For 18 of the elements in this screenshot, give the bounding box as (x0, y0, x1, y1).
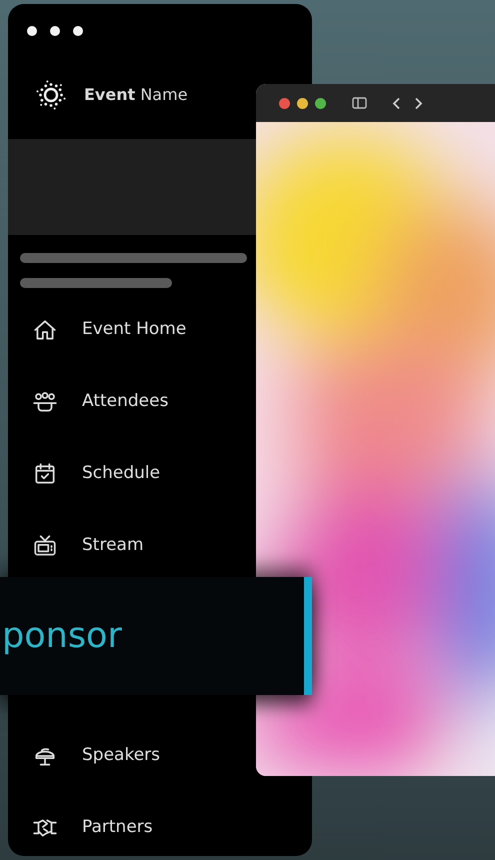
window-dot (50, 26, 60, 36)
minimize-dot[interactable] (297, 98, 308, 108)
window-dot (73, 26, 83, 36)
nav-item[interactable]: Attendees (8, 372, 248, 432)
nav-item[interactable]: Event Home (8, 300, 248, 360)
maximize-dot[interactable] (315, 98, 326, 108)
back-icon[interactable] (392, 96, 401, 110)
window-dot (27, 26, 37, 36)
event-name: Event Name (84, 84, 188, 106)
nav-item[interactable]: Stream (8, 516, 248, 576)
nav-item[interactable]: Speakers (8, 726, 248, 786)
nav-item[interactable]: Partners (8, 798, 248, 856)
banner-text: ponsor (2, 616, 122, 656)
forward-icon[interactable] (414, 96, 423, 110)
nav-item[interactable]: Schedule (8, 444, 248, 504)
sidebar-toggle-icon[interactable] (352, 97, 367, 109)
close-dot[interactable] (279, 98, 290, 108)
sun-icon (36, 80, 66, 110)
